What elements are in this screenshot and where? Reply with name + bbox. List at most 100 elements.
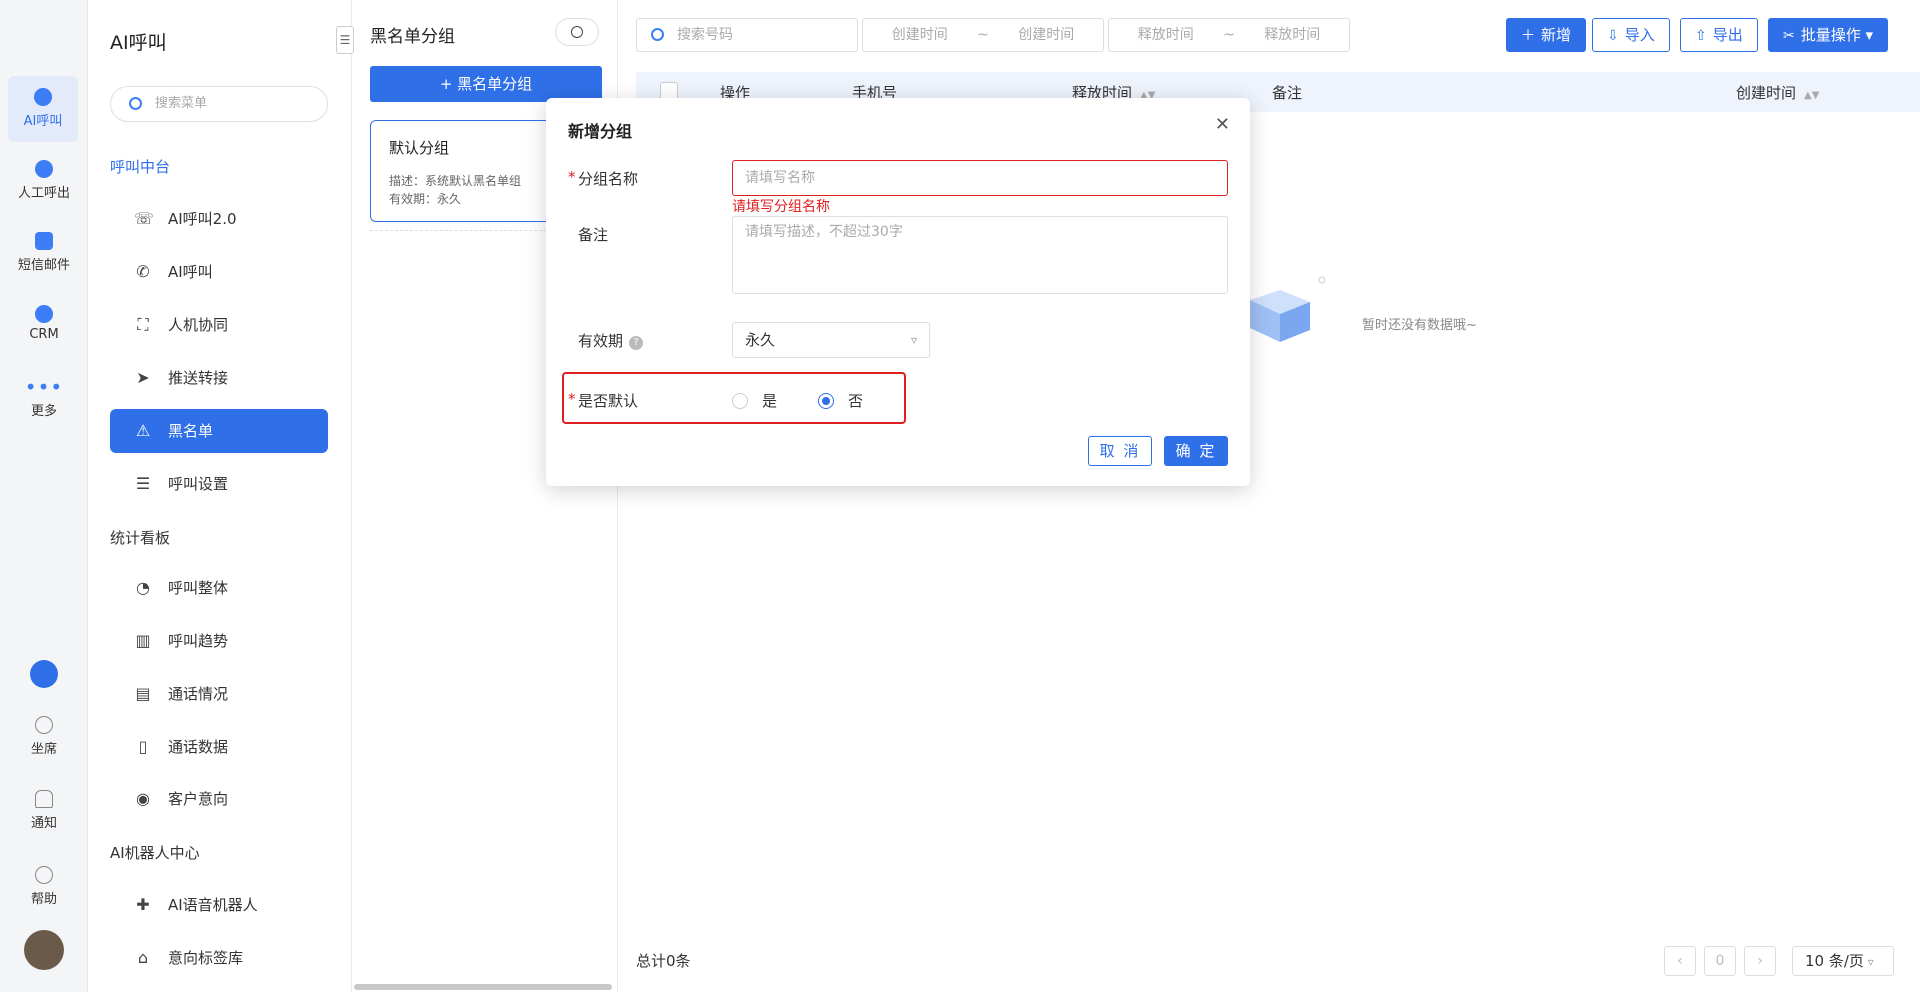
rail-item-notify[interactable]: 通知 <box>0 790 88 831</box>
group-search-button[interactable] <box>555 18 599 46</box>
release-time-range[interactable]: 释放时间 ~ 释放时间 <box>1108 18 1350 52</box>
question-icon[interactable]: ? <box>629 336 644 350</box>
chat-plus-icon: ✚ <box>136 895 150 914</box>
menu-item-call-settings[interactable]: ☰ 呼叫设置 <box>110 462 328 506</box>
rail-item-help[interactable]: 帮助 <box>0 866 88 907</box>
document-icon: ▤ <box>135 684 151 703</box>
col-remark: 备注 <box>1272 84 1303 102</box>
col-create-time-label: 创建时间 <box>1736 84 1797 102</box>
bar-chart-icon: ▥ <box>135 631 151 650</box>
rail-item-seat[interactable]: 坐席 <box>0 716 88 757</box>
menu-item-human-machine[interactable]: ⛶ 人机协同 <box>110 303 328 347</box>
remark-label: 备注 <box>578 226 609 244</box>
search-placeholder: 搜索号码 <box>677 27 733 43</box>
menu-item-voice-robot[interactable]: ✚ AI语音机器人 <box>110 883 328 927</box>
prev-page-button[interactable]: ‹ <box>1664 946 1696 976</box>
default-label: 是否默认 <box>578 392 639 410</box>
validity-select[interactable]: 永久 ▿ <box>732 322 930 358</box>
search-icon <box>129 97 142 110</box>
person-icon <box>35 160 53 178</box>
create-time-end: 创建时间 <box>1018 27 1075 43</box>
menu-item-label: 通话情况 <box>168 685 229 703</box>
total-count: 总计0条 <box>636 952 691 970</box>
rail-item-ai-call[interactable]: AI呼叫 <box>8 76 78 142</box>
rail-item-crm[interactable]: CRM <box>0 305 88 342</box>
menu-section-ai-robot[interactable]: AI机器人中心 <box>110 842 200 863</box>
menu-item-customer-intent[interactable]: ◉ 客户意向 <box>110 777 328 821</box>
add-button[interactable]: ＋ 新增 <box>1506 18 1587 52</box>
release-time-end: 释放时间 <box>1264 27 1321 43</box>
menu-title: AI呼叫 <box>110 32 167 54</box>
menu-item-blacklist[interactable]: ⚠ 黑名单 <box>110 409 328 453</box>
page-number[interactable]: 0 <box>1704 946 1736 976</box>
help-icon <box>35 866 53 884</box>
radio-no[interactable]: 否 <box>818 390 863 411</box>
export-button[interactable]: ⇧ 导出 <box>1680 18 1758 52</box>
tools-icon: ✂ <box>1783 28 1795 44</box>
rail-item-label: 人工呼出 <box>17 186 70 201</box>
page-size-select[interactable]: 10 条/页 ▿ <box>1792 946 1894 976</box>
avatar <box>24 930 64 970</box>
plus-icon: ＋ <box>1521 28 1535 44</box>
rail-item-sms-email[interactable]: 短信邮件 <box>0 232 88 273</box>
create-time-start: 创建时间 <box>891 27 948 43</box>
group-name-placeholder: 请填写名称 <box>745 170 815 186</box>
menu-item-call-status[interactable]: ▤ 通话情况 <box>110 672 328 716</box>
menu-section-stats[interactable]: 统计看板 <box>110 527 170 548</box>
close-icon[interactable]: ✕ <box>1215 114 1230 135</box>
menu-item-label: 通话数据 <box>168 738 229 756</box>
menu-item-label: AI呼叫2.0 <box>168 210 237 228</box>
menu-search-placeholder: 搜索菜单 <box>155 96 208 111</box>
menu-item-call-trend[interactable]: ▥ 呼叫趋势 <box>110 619 328 663</box>
group-panel-title: 黑名单分组 <box>370 27 455 47</box>
batch-operations-button[interactable]: ✂ 批量操作 ▾ <box>1768 18 1889 52</box>
menu-item-call-overall[interactable]: ◔ 呼叫整体 <box>110 566 328 610</box>
menu-item-ai-call-2[interactable]: ☏ AI呼叫2.0 <box>110 197 328 241</box>
menu-section-call-center[interactable]: 呼叫中台 <box>110 156 170 177</box>
collapse-menu-icon[interactable]: ☰ <box>336 26 354 54</box>
rail-item-label: 通知 <box>30 816 57 831</box>
add-group-button[interactable]: + 黑名单分组 <box>370 66 602 102</box>
chevron-down-icon: ▿ <box>1863 955 1874 969</box>
import-button[interactable]: ⇩ 导入 <box>1592 18 1670 52</box>
phone-icon: ✆ <box>136 262 150 281</box>
menu-item-intent-tags[interactable]: ⌂ 意向标签库 <box>110 936 328 980</box>
next-page-button[interactable]: › <box>1744 946 1776 976</box>
user-avatar[interactable] <box>0 930 88 974</box>
export-label: 导出 <box>1712 26 1743 44</box>
radio-yes[interactable]: 是 <box>732 390 777 411</box>
robot-icon <box>34 88 52 106</box>
validity-label: 有效期? <box>578 330 644 351</box>
empty-box-illustration <box>1250 276 1326 342</box>
pie-chart-icon: ◔ <box>136 578 150 597</box>
sort-icon[interactable]: ▲▼ <box>1804 90 1819 101</box>
logo-icon <box>30 660 58 688</box>
cancel-button[interactable]: 取 消 <box>1088 436 1152 466</box>
radio-yes-label: 是 <box>762 392 778 410</box>
menu-item-label: 呼叫整体 <box>168 579 229 597</box>
menu-item-push-transfer[interactable]: ➤ 推送转接 <box>110 356 328 400</box>
menu-item-label: 人机协同 <box>168 316 229 334</box>
menu-search-input[interactable]: 搜索菜单 <box>110 86 328 122</box>
rail-item-manual-call[interactable]: 人工呼出 <box>0 160 88 201</box>
menu-item-label: AI语音机器人 <box>168 896 258 914</box>
group-name-input[interactable]: 请填写名称 <box>732 160 1228 196</box>
rail-item-more[interactable]: ••• 更多 <box>0 377 88 419</box>
download-icon: ⇩ <box>1607 28 1619 44</box>
rail-item-label: 短信邮件 <box>17 258 70 273</box>
file-search-icon: ▯ <box>138 737 148 756</box>
import-label: 导入 <box>1624 26 1655 44</box>
radio-circle <box>732 393 748 409</box>
confirm-button[interactable]: 确 定 <box>1164 436 1228 466</box>
remark-textarea[interactable]: 请填写描述，不超过30字 <box>732 216 1228 294</box>
menu-item-label: 呼叫设置 <box>168 475 229 493</box>
horizontal-scrollbar[interactable] <box>354 984 612 990</box>
menu-item-ai-call[interactable]: ✆ AI呼叫 <box>110 250 328 294</box>
required-mark: * <box>568 168 576 186</box>
phone-call-icon: ☏ <box>134 209 155 228</box>
col-create-time[interactable]: 创建时间 ▲▼ <box>1736 82 1819 103</box>
phone-search-input[interactable]: 搜索号码 <box>636 18 858 52</box>
menu-item-call-data[interactable]: ▯ 通话数据 <box>110 725 328 769</box>
group-name-error: 请填写分组名称 <box>732 199 830 215</box>
create-time-range[interactable]: 创建时间 ~ 创建时间 <box>862 18 1104 52</box>
